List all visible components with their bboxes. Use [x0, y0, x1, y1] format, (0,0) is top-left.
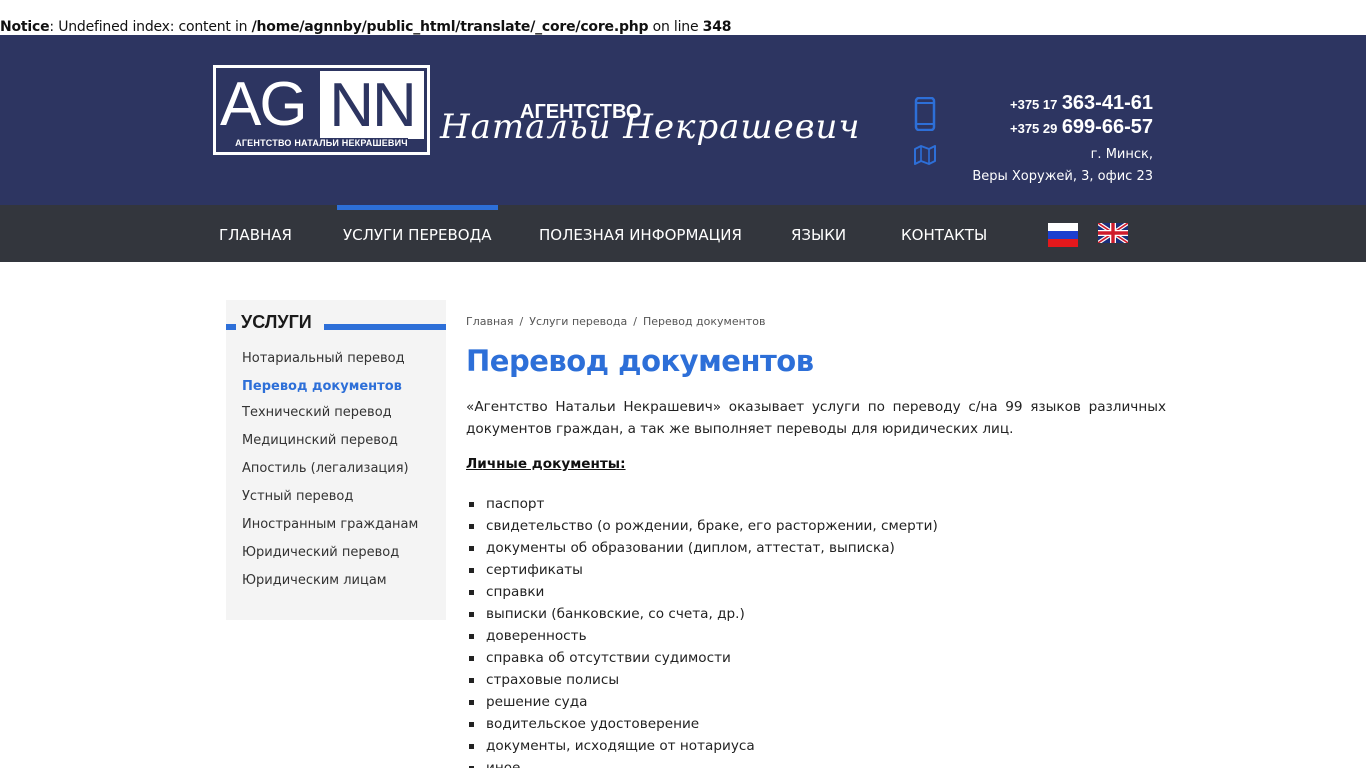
sidebar-accent-left [226, 324, 236, 330]
sidebar-item-notarial[interactable]: Нотариальный перевод [242, 351, 405, 366]
sidebar-item-oral[interactable]: Устный перевод [242, 489, 353, 504]
notice-line: 348 [702, 19, 732, 35]
breadcrumb-services[interactable]: Услуги перевода [529, 315, 627, 328]
breadcrumb-home[interactable]: Главная [466, 315, 514, 328]
flag-ru-icon[interactable] [1048, 223, 1078, 247]
php-notice: Notice: Undefined index: content in /hom… [0, 17, 731, 37]
nav-item-useful-info[interactable]: ПОЛЕЗНАЯ ИНФОРМАЦИЯ [539, 205, 742, 262]
breadcrumb-current: Перевод документов [642, 315, 766, 328]
list-item: документы об образовании (диплом, аттест… [466, 537, 938, 559]
sidebar-item-documents[interactable]: Перевод документов [242, 379, 402, 394]
sidebar-item-apostille[interactable]: Апостиль (легализация) [242, 461, 409, 476]
logo-ag: AG [220, 70, 308, 139]
sidebar-item-legal[interactable]: Юридический перевод [242, 545, 399, 560]
logo-nn: NN [329, 71, 417, 140]
sidebar-item-technical[interactable]: Технический перевод [242, 405, 392, 420]
list-item: свидетельство (о рождении, браке, его ра… [466, 515, 938, 537]
list-item: паспорт [466, 493, 938, 515]
nav-item-services[interactable]: УСЛУГИ ПЕРЕВОДА [337, 205, 498, 262]
personal-documents-heading: Личные документы: [466, 456, 626, 472]
nav-item-home[interactable]: ГЛАВНАЯ [219, 205, 292, 262]
list-item: иное [466, 757, 938, 768]
list-item: выписки (банковские, со счета, др.) [466, 603, 938, 625]
map-icon [914, 145, 936, 165]
sidebar-accent-right [324, 324, 446, 330]
main-nav: ГЛАВНАЯ УСЛУГИ ПЕРЕВОДА ПОЛЕЗНАЯ ИНФОРМА… [0, 205, 1366, 262]
list-item: документы, исходящие от нотариуса [466, 735, 938, 757]
list-item: страховые полисы [466, 669, 938, 691]
documents-list: паспорт свидетельство (о рождении, браке… [466, 493, 938, 768]
sidebar-item-foreigners[interactable]: Иностранным гражданам [242, 517, 418, 532]
logo-subtitle: АГЕНТСТВО НАТАЛЬИ НЕКРАШЕВИЧ [235, 138, 408, 148]
site-header: AG NN АГЕНТСТВО НАТАЛЬИ НЕКРАШЕВИЧ Натал… [0, 35, 1366, 205]
sidebar-item-companies[interactable]: Юридическим лицам [242, 573, 387, 588]
breadcrumb-separator: / [519, 315, 524, 328]
sidebar-title: УСЛУГИ [241, 312, 312, 332]
address-city: г. Минск, [1090, 147, 1153, 162]
intro-text: «Агентство Натальи Некрашевич» оказывает… [466, 399, 1166, 437]
phone-number-2[interactable]: +375 29 699-66-57 [1010, 116, 1153, 139]
flag-gb-icon[interactable] [1098, 223, 1128, 243]
nav-item-languages[interactable]: ЯЗЫКИ [791, 205, 846, 262]
notice-label: Notice [0, 19, 50, 35]
breadcrumb: Главная / Услуги перевода / Перевод документ… [466, 315, 765, 328]
notice-path: /home/agnnby/public_html/translate/_core… [251, 19, 649, 35]
logo[interactable]: AG NN АГЕНТСТВО НАТАЛЬИ НЕКРАШЕВИЧ [213, 65, 430, 155]
agency-caption: АГЕНТСТВО [520, 101, 642, 123]
phone-number-1[interactable]: +375 17 363-41-61 [1010, 92, 1153, 115]
sidebar-item-medical[interactable]: Медицинский перевод [242, 433, 398, 448]
list-item: решение суда [466, 691, 938, 713]
notice-online: on line [648, 19, 703, 35]
list-item: справки [466, 581, 938, 603]
address-street: Веры Хоружей, 3, офис 23 [972, 169, 1153, 184]
page-title: Перевод документов [466, 344, 814, 378]
list-item: справка об отсутствии судимости [466, 647, 938, 669]
logo-nn-box: NN [320, 71, 424, 140]
phone-icon [914, 97, 936, 131]
nav-item-contacts[interactable]: КОНТАКТЫ [901, 205, 987, 262]
list-item: сертификаты [466, 559, 938, 581]
agency-script-name: Натальи Некрашевич [440, 107, 861, 147]
notice-text: : Undefined index: content in [49, 19, 252, 35]
list-item: водительское удостоверение [466, 713, 938, 735]
breadcrumb-separator: / [633, 315, 637, 328]
list-item: доверенность [466, 625, 938, 647]
services-sidebar: УСЛУГИ Нотариальный перевод Перевод доку… [226, 300, 446, 620]
